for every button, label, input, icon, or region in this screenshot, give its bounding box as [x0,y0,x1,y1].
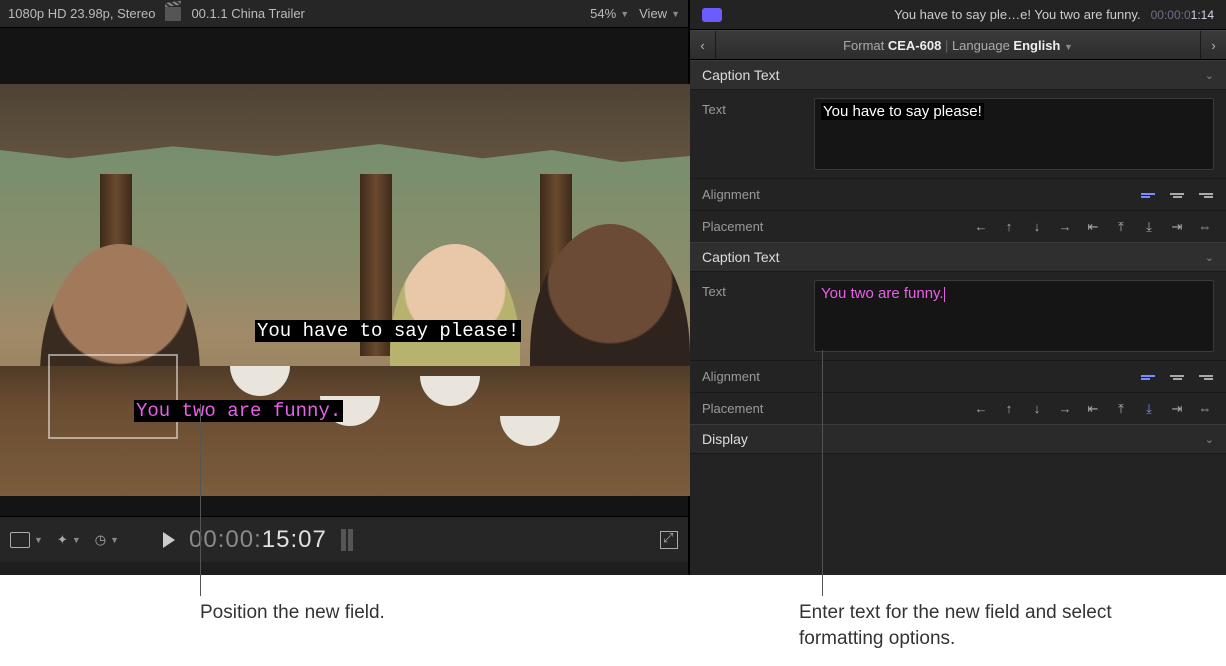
caption-text-field-1[interactable]: You have to say please! [814,98,1214,170]
snap-top-button[interactable]: ⤒ [1112,402,1130,416]
fullscreen-button[interactable] [660,531,678,549]
snap-left-button[interactable]: ⇤ [1084,220,1102,234]
viewer-topbar: 1080p HD 23.98p, Stereo 00.1.1 China Tra… [0,0,688,28]
view-dropdown[interactable]: View ▼ [639,6,680,21]
timecode-display[interactable]: 00:00:15:07 [189,526,327,554]
video-frame[interactable]: You have to say please! You two are funn… [0,84,690,496]
retime-dropdown[interactable]: ◷▼ [95,532,119,548]
audio-meters [341,529,353,551]
snap-right-button[interactable]: ⇥ [1168,220,1186,234]
text-cursor [944,287,945,302]
viewer-letterbox-top [0,28,688,84]
caption-overlay-2[interactable]: You two are funny. [134,400,343,422]
inspector-panel: You have to say ple…e! You two are funny… [690,0,1226,575]
move-down-button[interactable]: ↓ [1028,402,1046,416]
caption-nav-bar: ‹ Format CEA-608 | Language English ▼ › [690,30,1226,60]
app-window: 1080p HD 23.98p, Stereo 00.1.1 China Tra… [0,0,1226,575]
next-caption-button[interactable]: › [1200,31,1226,59]
snap-right-button[interactable]: ⇥ [1168,402,1186,416]
move-left-button[interactable]: ← [972,220,990,234]
prev-caption-button[interactable]: ‹ [690,31,716,59]
caption-bounding-box[interactable] [48,354,178,439]
align-right-button[interactable] [1196,188,1214,202]
text-row-1: Text You have to say please! [690,90,1226,178]
move-up-button[interactable]: ↑ [1000,402,1018,416]
caption-text-field-2[interactable]: You two are funny. [814,280,1214,352]
inspector-header: You have to say ple…e! You two are funny… [690,0,1226,30]
caption-format-language[interactable]: Format CEA-608 | Language English ▼ [716,38,1200,53]
annotation-left: Position the new field. [200,600,385,626]
snap-center-button[interactable]: ⇔ [1196,220,1214,234]
timecode-lit: 15:07 [262,526,327,553]
move-up-button[interactable]: ↑ [1000,220,1018,234]
section-display[interactable]: Display ⌄ [690,424,1226,454]
chevron-down-icon: ▼ [1064,42,1073,52]
zoom-value: 54% [590,6,616,21]
chevron-down-icon: ⌄ [1205,433,1214,446]
clip-appearance-dropdown[interactable]: ▼ [10,532,43,548]
chevron-down-icon: ▼ [620,9,629,19]
chevron-down-icon: ▼ [671,9,680,19]
zoom-dropdown[interactable]: 54% ▼ [590,6,629,21]
move-left-button[interactable]: ← [972,402,990,416]
placement-row-2: Placement ← ↑ ↓ → ⇤ ⤒ ⤓ ⇥ ⇔ [690,392,1226,424]
snap-left-button[interactable]: ⇤ [1084,402,1102,416]
text-label: Text [702,98,798,117]
align-center-button[interactable] [1168,188,1186,202]
section-caption-text-2[interactable]: Caption Text ⌄ [690,242,1226,272]
viewer-letterbox-bottom [0,496,688,516]
align-right-button[interactable] [1196,370,1214,384]
snap-top-button[interactable]: ⤒ [1112,220,1130,234]
chevron-down-icon: ⌄ [1205,69,1214,82]
viewer-panel: 1080p HD 23.98p, Stereo 00.1.1 China Tra… [0,0,690,575]
text-label: Text [702,280,798,299]
text-row-2: Text You two are funny. [690,272,1226,360]
section-caption-text-1[interactable]: Caption Text ⌄ [690,60,1226,90]
timecode-dim: 00:00: [189,526,262,553]
clip-title[interactable]: 00.1.1 China Trailer [191,6,304,21]
alignment-row-2: Alignment [690,360,1226,392]
clapperboard-icon[interactable] [165,7,181,21]
snap-bottom-button[interactable]: ⤓ [1140,220,1158,234]
viewer-controls: ▼ ✦▼ ◷▼ 00:00:15:07 [0,516,688,562]
effects-dropdown[interactable]: ✦▼ [57,532,81,548]
move-right-button[interactable]: → [1056,220,1074,234]
move-right-button[interactable]: → [1056,402,1074,416]
caption-icon[interactable] [702,8,722,22]
align-center-button[interactable] [1168,370,1186,384]
format-readout: 1080p HD 23.98p, Stereo [8,6,155,21]
view-label: View [639,6,667,21]
snap-bottom-button[interactable]: ⤓ [1140,402,1158,416]
move-down-button[interactable]: ↓ [1028,220,1046,234]
alignment-row-1: Alignment [690,178,1226,210]
snap-center-button[interactable]: ⇔ [1196,402,1214,416]
align-left-button[interactable] [1140,370,1158,384]
duration-readout: 00:00:01:14 [1151,8,1214,22]
chevron-down-icon: ⌄ [1205,251,1214,264]
placement-row-1: Placement ← ↑ ↓ → ⇤ ⤒ ⤓ ⇥ ⇔ [690,210,1226,242]
annotation-right: Enter text for the new field and select … [799,600,1179,651]
play-button[interactable] [163,532,175,548]
caption-overlay-1[interactable]: You have to say please! [255,320,521,342]
inspector-title: You have to say ple…e! You two are funny… [732,7,1141,22]
align-left-button[interactable] [1140,188,1158,202]
